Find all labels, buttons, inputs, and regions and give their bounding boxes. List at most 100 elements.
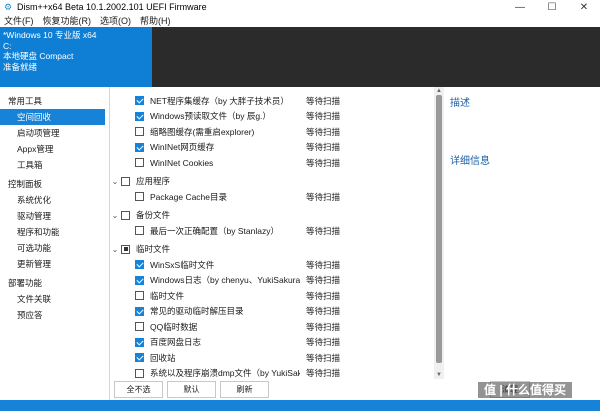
details-link[interactable]: 详细信息 (450, 152, 490, 167)
item-label: 临时文件 (150, 290, 185, 301)
cleanup-item-row[interactable]: WinINet Cookies 等待扫描 (110, 155, 434, 171)
description-link[interactable]: 描述 (450, 94, 470, 109)
category-label: 应用程序 (136, 176, 171, 187)
collapse-chevron-icon[interactable]: ⌄ (110, 177, 120, 186)
cleanup-list: NET程序集缓存（by 大胖子技术员） 等待扫描 Windows预读取文件（by 辰… (110, 87, 434, 379)
cleanup-item-row[interactable]: Windows预读取文件（by 辰g.） 等待扫描 (110, 109, 434, 125)
sidebar-item[interactable]: 预应答 (0, 307, 105, 323)
cleanup-item-row[interactable]: Windows日志（by chenyu、YukiSakura） 等待扫描 (110, 273, 434, 289)
item-label: 最后一次正确配置（by Stanlazy） (150, 225, 279, 236)
item-status: 等待扫描 (306, 259, 341, 270)
cleanup-item-row[interactable]: 常见的驱动临时解压目录 等待扫描 (110, 304, 434, 320)
maximize-icon[interactable]: ☐ (536, 0, 568, 14)
item-label: 常见的驱动临时解压目录 (150, 306, 244, 317)
item-checkbox[interactable] (135, 192, 144, 202)
sidebar-group-label: 常用工具 (8, 96, 43, 106)
menu-restore[interactable]: 恢复功能(R) (43, 14, 92, 27)
category-checkbox[interactable] (121, 244, 130, 254)
item-checkbox[interactable] (135, 226, 144, 236)
cleanup-item-row[interactable]: WinINet网页缓存 等待扫描 (110, 140, 434, 156)
window-controls: — ☐ ✕ (504, 0, 600, 14)
cleanup-item-row[interactable]: Package Cache目录 等待扫描 (110, 189, 434, 205)
sidebar-item[interactable]: 驱动管理 (0, 208, 105, 224)
item-label: 系统以及程序崩溃dmp文件（by YukiSakura） (150, 368, 300, 379)
sidebar-group-label: 部署功能 (8, 278, 43, 288)
sidebar-item[interactable]: 工具箱 (0, 157, 105, 173)
default-button[interactable]: 默认 (167, 381, 216, 398)
category-checkbox[interactable] (121, 176, 130, 186)
menu-file[interactable]: 文件(F) (4, 14, 34, 27)
category-label: 备份文件 (136, 210, 171, 221)
item-label: WinINet Cookies (150, 157, 214, 168)
gear-icon: ⚙ (3, 2, 13, 12)
category-row[interactable]: ⌄ 临时文件 (110, 242, 434, 258)
scroll-up-icon[interactable]: ▲ (434, 87, 444, 95)
cleanup-item-row[interactable]: NET程序集缓存（by 大胖子技术员） 等待扫描 (110, 93, 434, 109)
sidebar-item[interactable]: 程序和功能 (0, 224, 105, 240)
close-icon[interactable]: ✕ (568, 0, 600, 14)
os-drive: C: (3, 40, 12, 51)
cleanup-item-row[interactable]: 百度网盘日志 等待扫描 (110, 335, 434, 351)
sidebar-item[interactable]: 启动项管理 (0, 125, 105, 141)
cleanup-item-row[interactable]: 系统以及程序崩溃dmp文件（by YukiSakura） 等待扫描 (110, 366, 434, 380)
menu-help[interactable]: 帮助(H) (140, 14, 171, 27)
sidebar-item[interactable]: Appx管理 (0, 141, 105, 157)
item-checkbox[interactable] (135, 353, 144, 363)
category-label: 临时文件 (136, 244, 171, 255)
cleanup-item-row[interactable]: 临时文件 等待扫描 (110, 288, 434, 304)
sidebar-item[interactable]: 系统优化 (0, 192, 105, 208)
minimize-icon[interactable]: — (504, 0, 536, 14)
item-checkbox[interactable] (135, 291, 144, 301)
item-checkbox[interactable] (135, 337, 144, 347)
item-checkbox[interactable] (135, 306, 144, 316)
item-checkbox[interactable] (135, 127, 144, 137)
item-label: 回收站 (150, 352, 176, 363)
item-status: 等待扫描 (306, 352, 341, 363)
collapse-chevron-icon[interactable]: ⌄ (110, 245, 120, 254)
list-scrollbar[interactable]: ▲ ▼ (434, 87, 444, 379)
scroll-down-icon[interactable]: ▼ (434, 371, 444, 379)
scrollbar-thumb[interactable] (436, 95, 442, 363)
sidebar-group-label: 控制面板 (8, 179, 43, 189)
item-checkbox[interactable] (135, 322, 144, 332)
category-row[interactable]: ⌄ 备份文件 (110, 208, 434, 224)
cleanup-item-row[interactable]: 缩略图缓存(需重启explorer) 等待扫描 (110, 124, 434, 140)
item-status: 等待扫描 (306, 321, 341, 332)
item-checkbox[interactable] (135, 142, 144, 152)
cleanup-item-row[interactable]: 最后一次正确配置（by Stanlazy） 等待扫描 (110, 223, 434, 239)
collapse-chevron-icon[interactable]: ⌄ (110, 211, 120, 220)
sidebar-item[interactable]: 空间回收 (0, 109, 105, 125)
item-checkbox[interactable] (135, 111, 144, 121)
item-label: Package Cache目录 (150, 191, 228, 202)
item-status: 等待扫描 (306, 95, 341, 106)
action-bar: 全不选 默认 刷新 清理 值 | 什么值得买 (110, 379, 600, 400)
title-bar: ⚙ Dism++x64 Beta 10.1.2002.101 UEFI Firm… (0, 0, 600, 14)
category-checkbox[interactable] (121, 210, 130, 220)
item-label: QQ临时数据 (150, 321, 198, 332)
selected-os-session[interactable]: *Windows 10 专业版 x64 C: 本地硬盘 Compact 准备就绪 (0, 27, 152, 87)
item-status: 等待扫描 (306, 126, 341, 137)
item-checkbox[interactable] (135, 96, 144, 106)
item-status: 等待扫描 (306, 368, 341, 379)
category-row[interactable]: ⌄ 应用程序 (110, 174, 434, 190)
item-checkbox[interactable] (135, 275, 144, 285)
image-header: *Windows 10 专业版 x64 C: 本地硬盘 Compact 准备就绪 (0, 27, 600, 87)
menu-options[interactable]: 选项(O) (100, 14, 131, 27)
sidebar: 常用工具空间回收 启动项管理 Appx管理 工具箱控制面板系统优化 驱动管理 程序和功能可… (0, 87, 110, 400)
sidebar-item[interactable]: 可选功能 (0, 240, 105, 256)
item-checkbox[interactable] (135, 158, 144, 168)
cleanup-item-row[interactable]: WinSxS临时文件 等待扫描 (110, 257, 434, 273)
window-title: Dism++x64 Beta 10.1.2002.101 UEFI Firmwa… (17, 2, 207, 12)
item-label: 百度网盘日志 (150, 337, 202, 348)
status-strip (0, 400, 600, 411)
cleanup-item-row[interactable]: 回收站 等待扫描 (110, 350, 434, 366)
item-status: 等待扫描 (306, 191, 341, 202)
sidebar-item[interactable]: 更新管理 (0, 256, 105, 272)
item-label: 缩略图缓存(需重启explorer) (150, 126, 255, 137)
unselect-all-button[interactable]: 全不选 (114, 381, 163, 398)
cleanup-item-row[interactable]: QQ临时数据 等待扫描 (110, 319, 434, 335)
sidebar-item[interactable]: 文件关联 (0, 291, 105, 307)
refresh-button[interactable]: 刷新 (220, 381, 269, 398)
item-checkbox[interactable] (135, 260, 144, 270)
item-checkbox[interactable] (135, 368, 144, 378)
